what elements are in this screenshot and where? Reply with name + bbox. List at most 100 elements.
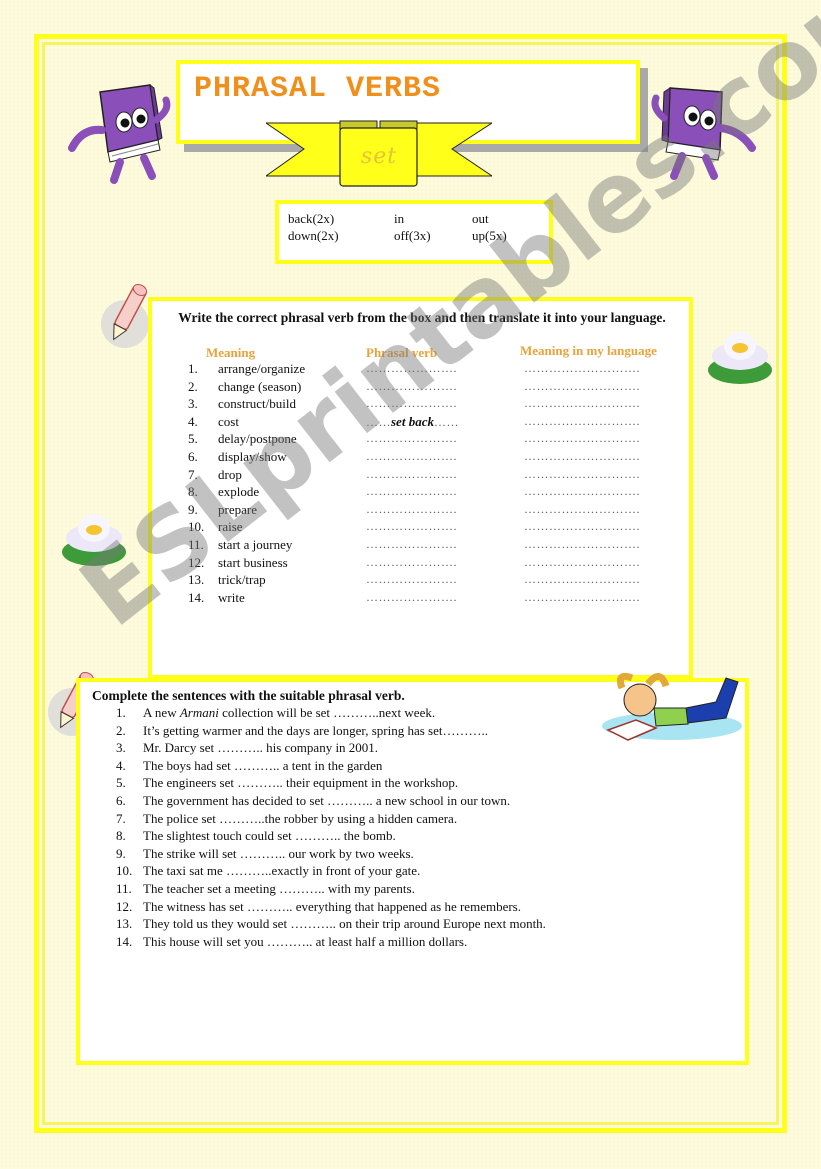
exercise-1-box: Write the correct phrasal verb from the …: [148, 297, 693, 679]
page-title: PHRASAL VERBS: [194, 72, 442, 106]
translation-field[interactable]: ……………………….: [524, 414, 664, 429]
translation-field[interactable]: ……………………….: [524, 537, 664, 552]
phrasal-verb-field[interactable]: ………………….: [366, 590, 476, 605]
sentence: The government has decided to set ……….. …: [143, 793, 510, 809]
sentence-text[interactable]: The teacher set a meeting ……….. with my …: [143, 881, 415, 896]
phrasal-verb-field[interactable]: ………………….: [366, 361, 476, 376]
meaning-text: construct/build: [218, 396, 296, 412]
row-number: 2.: [188, 378, 198, 394]
answer-blank[interactable]: ………………….: [366, 467, 457, 481]
row-number: 7.: [188, 466, 198, 482]
sentence-number: 6.: [116, 792, 126, 808]
sentence-number: 4.: [116, 757, 126, 773]
exercise-2-instruction: Complete the sentences with the suitable…: [92, 688, 405, 703]
row-number: 12.: [188, 554, 205, 570]
meaning-text: prepare: [218, 501, 257, 517]
sentence-text[interactable]: A new: [143, 705, 180, 720]
answer-blank[interactable]: ………………….: [366, 502, 457, 516]
translation-field[interactable]: ……………………….: [524, 379, 664, 394]
sentence: The strike will set ……….. our work by tw…: [143, 846, 414, 862]
answer-blank[interactable]: ………………….: [366, 484, 457, 498]
column-header-translation: Meaning in my language: [520, 343, 657, 358]
sentence-text[interactable]: They told us they would set ……….. on the…: [143, 916, 546, 931]
blank-tail: ……: [433, 414, 459, 429]
answer-blank[interactable]: ………………….: [366, 449, 457, 463]
blank-lead: ……: [366, 414, 391, 429]
phrasal-verb-field[interactable]: ………………….: [366, 396, 476, 411]
phrasal-verb-field[interactable]: ………………….: [366, 537, 476, 552]
word-item: down(2x): [288, 228, 339, 243]
pencil-icon: [101, 283, 149, 348]
phrasal-verb-field[interactable]: ………………….: [366, 484, 476, 499]
phrasal-verb-field[interactable]: ………………….: [366, 555, 476, 570]
translation-field[interactable]: ……………………….: [524, 467, 664, 482]
word-item: in: [394, 211, 405, 226]
answer-blank[interactable]: ………………….: [366, 431, 457, 445]
phrasal-verb-field[interactable]: ………………….: [366, 572, 476, 587]
sentence: The engineers set ……….. their equipment …: [143, 775, 458, 791]
sentence-text[interactable]: It’s getting warmer and the days are lon…: [143, 723, 488, 738]
answer-blank[interactable]: ………………….: [366, 379, 457, 393]
sentence-text[interactable]: Mr. Darcy set ……….. his company in 2001.: [143, 740, 378, 755]
translation-field[interactable]: ……………………….: [524, 590, 664, 605]
phrasal-verb-field[interactable]: ………………….: [366, 379, 476, 394]
translation-field[interactable]: ……………………….: [524, 449, 664, 464]
phrasal-verb-field[interactable]: ………………….: [366, 467, 476, 482]
word-box: back(2x) in out down(2x) off(3x) up(5x): [275, 200, 553, 264]
answer-blank[interactable]: ………………….: [366, 590, 457, 604]
book-mascot-right-icon: [651, 87, 756, 180]
ribbon-banner: set: [266, 118, 492, 188]
answer-blank[interactable]: ………………….: [366, 361, 457, 375]
sentence-text[interactable]: The slightest touch could set ……….. the …: [143, 828, 396, 843]
sentence-text[interactable]: The engineers set ……….. their equipment …: [143, 775, 458, 790]
phrasal-verb-field[interactable]: ……set back……: [366, 414, 476, 430]
sentence: The teacher set a meeting ……….. with my …: [143, 881, 415, 897]
sentence: A new Armani collection will be set ……….…: [143, 705, 435, 721]
word-item: out: [472, 211, 489, 226]
answer-blank[interactable]: ………………….: [366, 537, 457, 551]
answer-blank[interactable]: ………………….: [366, 519, 457, 533]
translation-field[interactable]: ……………………….: [524, 572, 664, 587]
sentence-text[interactable]: The witness has set ……….. everything tha…: [143, 899, 521, 914]
sentence-number: 7.: [116, 810, 126, 826]
water-lily-icon: [62, 514, 126, 566]
sentence: They told us they would set ……….. on the…: [143, 916, 546, 932]
phrasal-verb-field[interactable]: ………………….: [366, 502, 476, 517]
word-item: off(3x): [394, 228, 431, 243]
sentence-number: 2.: [116, 722, 126, 738]
book-mascot-left-icon: [68, 83, 171, 184]
translation-field[interactable]: ……………………….: [524, 502, 664, 517]
sentence-text[interactable]: The government has decided to set ……….. …: [143, 793, 510, 808]
sentence-brand: Armani: [179, 705, 219, 720]
row-number: 8.: [188, 484, 198, 500]
sentence: Mr. Darcy set ……….. his company in 2001.: [143, 740, 378, 756]
sentence-text[interactable]: This house will set you ……….. at least h…: [143, 934, 467, 949]
banner-word: set: [360, 144, 398, 169]
sentence: The slightest touch could set ……….. the …: [143, 828, 396, 844]
row-number: 6.: [188, 448, 198, 464]
sentence-text[interactable]: The police set ………..the robber by using …: [143, 811, 457, 826]
exercise-1-instruction: Write the correct phrasal verb from the …: [178, 310, 666, 325]
phrasal-verb-field[interactable]: ………………….: [366, 431, 476, 446]
column-header-meaning: Meaning: [206, 345, 256, 360]
sentence-number: 10.: [116, 863, 133, 879]
sentence: It’s getting warmer and the days are lon…: [143, 723, 488, 739]
answer-blank[interactable]: ………………….: [366, 396, 457, 410]
translation-field[interactable]: ……………………….: [524, 519, 664, 534]
sentence-text[interactable]: The taxi sat me ………..exactly in front of…: [143, 863, 420, 878]
sentence-text[interactable]: The boys had set ……….. a tent in the gar…: [143, 758, 382, 773]
sentence-text-rest[interactable]: collection will be set ………..next week.: [219, 705, 435, 720]
translation-field[interactable]: ……………………….: [524, 484, 664, 499]
answer-blank[interactable]: ………………….: [366, 572, 457, 586]
answer-blank[interactable]: ………………….: [366, 555, 457, 569]
sentence: The taxi sat me ………..exactly in front of…: [143, 863, 420, 879]
row-number: 4.: [188, 413, 198, 429]
translation-field[interactable]: ……………………….: [524, 431, 664, 446]
sentence-number: 9.: [116, 845, 126, 861]
translation-field[interactable]: ……………………….: [524, 396, 664, 411]
translation-field[interactable]: ……………………….: [524, 361, 664, 376]
phrasal-verb-field[interactable]: ………………….: [366, 449, 476, 464]
translation-field[interactable]: ……………………….: [524, 555, 664, 570]
sentence-text[interactable]: The strike will set ……….. our work by tw…: [143, 846, 414, 861]
phrasal-verb-field[interactable]: ………………….: [366, 519, 476, 534]
